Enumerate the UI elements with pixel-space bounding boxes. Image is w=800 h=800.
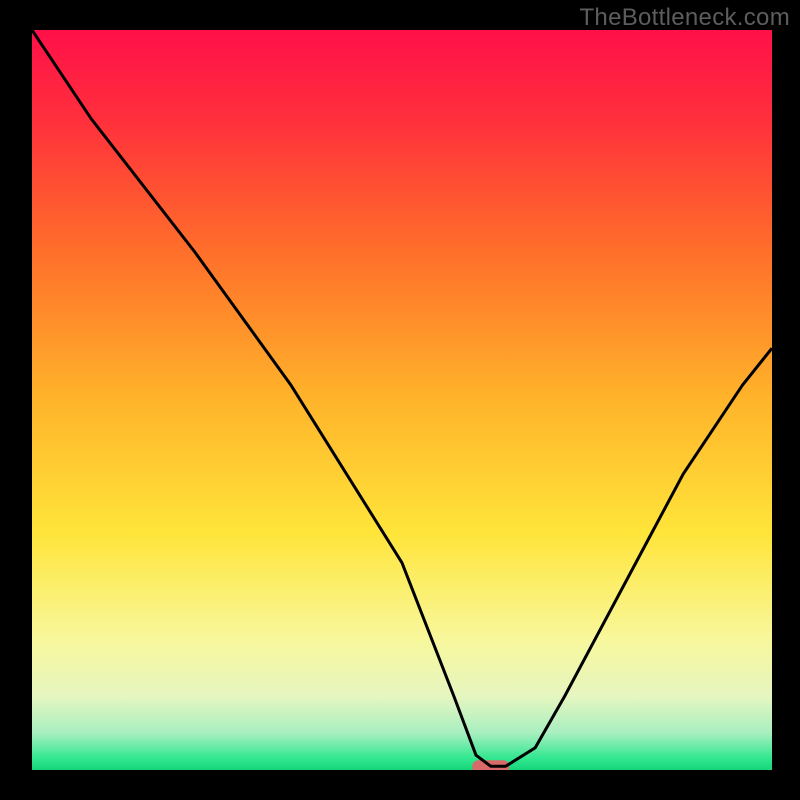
chart-frame: TheBottleneck.com: [0, 0, 800, 800]
gradient-background: [32, 30, 772, 770]
watermark-text: TheBottleneck.com: [579, 4, 790, 32]
chart-svg: [32, 30, 772, 770]
chart-plot-area: [32, 30, 772, 770]
